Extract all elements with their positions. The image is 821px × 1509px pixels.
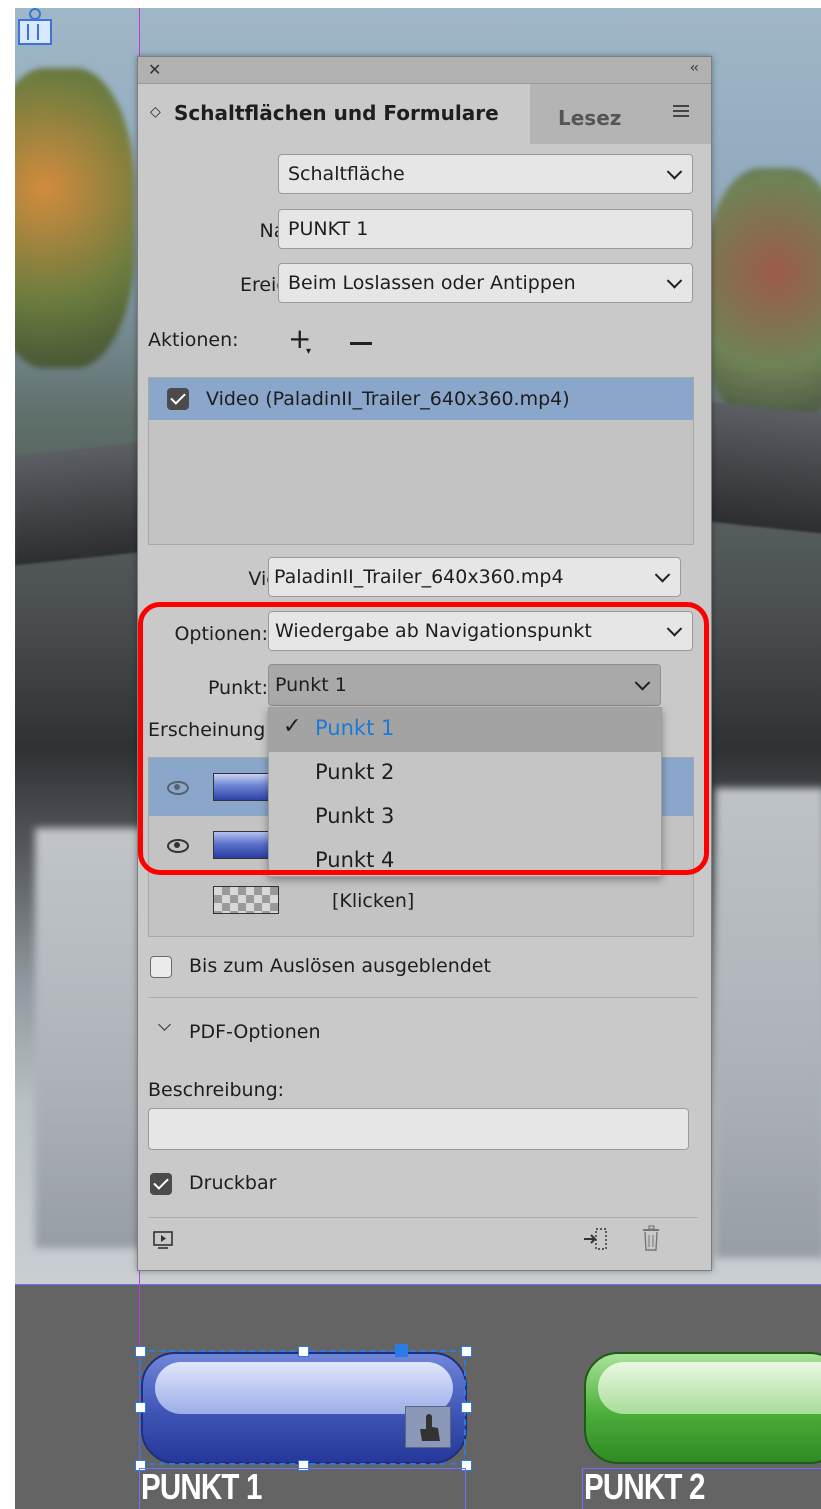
- bg-trees-left: [15, 68, 135, 368]
- button-2-label: PUNKT 2: [584, 1466, 705, 1507]
- video-select[interactable]: PaladinII_Trailer_640x360.mp4: [268, 557, 681, 597]
- hidden-until-trigger-checkbox[interactable]: [150, 956, 172, 978]
- action-enabled-checkbox[interactable]: [167, 388, 189, 410]
- event-value: Beim Loslassen oder Antippen: [288, 272, 576, 294]
- state-row-click[interactable]: [Klicken]: [149, 874, 693, 932]
- selection-handle[interactable]: [135, 1346, 146, 1357]
- chevron-down-icon[interactable]: [158, 1018, 171, 1031]
- event-select[interactable]: Beim Loslassen oder Antippen: [278, 263, 693, 303]
- actions-label: Aktionen:: [148, 329, 239, 351]
- action-list-item[interactable]: Video (PaladinII_Trailer_640x360.mp4): [149, 378, 693, 420]
- state-thumbnail-empty: [213, 886, 279, 914]
- canvas-top-strip: [0, 0, 821, 8]
- convert-to-object-icon[interactable]: [582, 1225, 610, 1253]
- divider: [148, 997, 698, 998]
- type-value: Schaltfläche: [288, 163, 405, 185]
- panel-tab-row: ◇ Schaltflächen und Formulare Lesez: [138, 84, 711, 144]
- button-punkt-2[interactable]: [584, 1352, 821, 1464]
- description-label: Beschreibung:: [148, 1079, 285, 1101]
- collapse-icon[interactable]: ‹‹: [690, 60, 699, 76]
- panel-menu-icon[interactable]: [673, 102, 689, 120]
- name-input[interactable]: PUNKT 1: [278, 209, 693, 249]
- selection-frame[interactable]: [139, 1350, 466, 1465]
- bg-waterfall-left: [35, 828, 145, 1248]
- remove-action-icon[interactable]: [350, 342, 372, 345]
- add-action-dropdown-icon: ▾: [306, 346, 312, 357]
- chevron-down-icon: [666, 164, 683, 180]
- sort-arrows-icon: ◇: [150, 104, 161, 120]
- selection-handle[interactable]: [298, 1346, 309, 1357]
- bg-waterfall-right: [715, 788, 821, 1258]
- bg-trees-right: [705, 168, 821, 428]
- tab-reading-order[interactable]: Lesez: [542, 84, 646, 144]
- chevron-down-icon: [666, 273, 683, 289]
- selection-handle[interactable]: [461, 1402, 472, 1413]
- bg-roof-left: [15, 440, 155, 566]
- preview-icon[interactable]: [152, 1229, 174, 1251]
- tab-label: Lesez: [558, 106, 622, 130]
- highlight-annotation: [138, 602, 709, 875]
- guide-horizontal: [15, 1284, 821, 1285]
- bg-roof-right: [705, 401, 821, 535]
- divider: [148, 1217, 698, 1218]
- description-input[interactable]: [148, 1108, 689, 1150]
- close-icon[interactable]: ✕: [148, 60, 161, 79]
- action-item-label: Video (PaladinII_Trailer_640x360.mp4): [206, 388, 570, 410]
- tab-label: Schaltflächen und Formulare: [174, 101, 499, 125]
- selection-handle[interactable]: [135, 1402, 146, 1413]
- panel-titlebar[interactable]: ✕ ‹‹: [138, 57, 711, 84]
- trash-icon[interactable]: [640, 1225, 664, 1253]
- state-label: [Klicken]: [332, 890, 415, 912]
- button-gloss: [598, 1362, 821, 1414]
- canvas-left-strip: [0, 0, 15, 1509]
- chevron-down-icon: [654, 567, 671, 583]
- printable-checkbox[interactable]: [150, 1173, 172, 1195]
- selection-handle[interactable]: [461, 1346, 472, 1357]
- video-frame-icon: [15, 8, 63, 48]
- pdf-options-header[interactable]: PDF-Optionen: [189, 1021, 321, 1043]
- tab-buttons-and-forms[interactable]: ◇ Schaltflächen und Formulare: [138, 84, 530, 144]
- name-value: PUNKT 1: [288, 218, 369, 240]
- actions-list: Video (PaladinII_Trailer_640x360.mp4): [148, 377, 694, 545]
- video-value: PaladinII_Trailer_640x360.mp4: [274, 566, 564, 588]
- button-1-label: PUNKT 1: [141, 1466, 262, 1507]
- hidden-until-trigger-label: Bis zum Auslösen ausgeblendet: [189, 955, 491, 977]
- type-select[interactable]: Schaltfläche: [278, 154, 693, 194]
- selection-handle-center[interactable]: [395, 1344, 408, 1357]
- printable-label: Druckbar: [189, 1172, 277, 1194]
